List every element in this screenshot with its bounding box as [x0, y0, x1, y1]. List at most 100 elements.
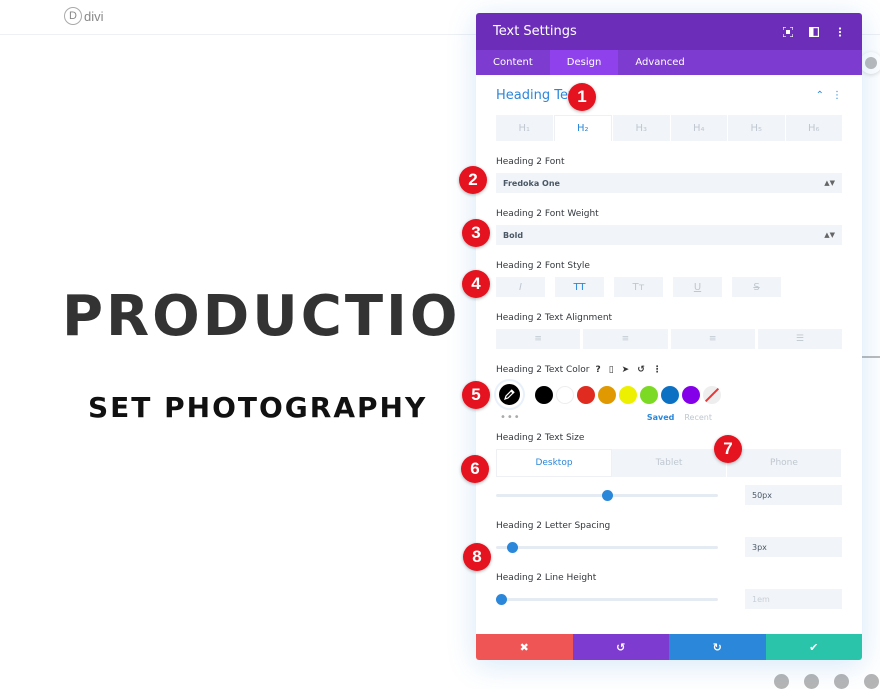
strikethrough-button[interactable]: S — [732, 277, 781, 297]
page: D divi PRODUCTIO SET PHOTOGRAPHY Text Se… — [0, 0, 880, 689]
recent-tab[interactable]: Recent — [684, 413, 712, 422]
eyedropper-icon — [504, 389, 515, 400]
tab-advanced[interactable]: Advanced — [618, 50, 701, 75]
italic-button[interactable]: I — [496, 277, 545, 297]
tab-h5[interactable]: H₅ — [728, 115, 785, 141]
text-alignment-label: Heading 2 Text Alignment — [496, 313, 613, 323]
sidebar-layout-icon[interactable] — [809, 26, 819, 37]
align-right-icon: ≡ — [708, 334, 717, 344]
panel-header[interactable]: Text Settings — [476, 13, 862, 50]
capitalize-icon: Tᴛ — [632, 281, 645, 293]
tab-desktop[interactable]: Desktop — [496, 449, 612, 477]
line-height-input[interactable]: 1em — [745, 589, 842, 609]
hero-subtitle[interactable]: SET PHOTOGRAPHY — [88, 391, 427, 424]
swatch-blue[interactable] — [661, 385, 679, 404]
select-arrows-icon: ▲▼ — [824, 231, 835, 239]
font-value: Fredoka One — [503, 178, 560, 188]
letter-spacing-input[interactable]: 3px — [745, 537, 842, 557]
saved-tab[interactable]: Saved — [647, 413, 675, 422]
section-heading-text[interactable]: Heading Text ⌃ ⋮ — [496, 75, 842, 115]
more-vertical-icon[interactable] — [835, 26, 845, 37]
tab-content[interactable]: Content — [476, 50, 550, 75]
underline-button[interactable]: U — [673, 277, 722, 297]
step-marker: 8 — [463, 543, 491, 571]
line-height-slider[interactable] — [496, 593, 718, 605]
swatch-green[interactable] — [640, 385, 658, 404]
more-vertical-icon[interactable]: ⋮ — [832, 90, 842, 101]
text-size-slider[interactable] — [496, 489, 718, 501]
font-select[interactable]: Fredoka One ▲▼ — [496, 173, 842, 193]
text-alignment-buttons: ≡ ≡ ≡ ☰ — [496, 329, 842, 349]
tab-phone[interactable]: Phone — [727, 449, 842, 477]
tab-h2[interactable]: H₂ — [553, 115, 612, 141]
text-color-label-text: Heading 2 Text Color — [496, 365, 590, 375]
fullscreen-icon[interactable] — [783, 26, 793, 37]
step-marker: 2 — [459, 166, 487, 194]
font-label: Heading 2 Font — [496, 157, 565, 167]
text-size-slider-row: 50px — [496, 485, 842, 505]
uppercase-button[interactable]: TT — [555, 277, 604, 297]
device-tabs: Desktop Tablet Phone — [496, 449, 842, 477]
hero-title[interactable]: PRODUCTIO — [62, 284, 460, 349]
divi-logo[interactable]: D divi — [64, 7, 104, 25]
font-weight-label: Heading 2 Font Weight — [496, 209, 599, 219]
text-size-label: Heading 2 Text Size — [496, 433, 585, 443]
tab-tablet[interactable]: Tablet — [612, 449, 727, 477]
undo-button[interactable]: ↺ — [572, 634, 669, 660]
cancel-button[interactable]: ✖ — [476, 634, 573, 660]
swatch-none[interactable] — [703, 385, 721, 404]
dot-button[interactable] — [834, 674, 849, 689]
step-marker: 5 — [462, 381, 490, 409]
tab-h1[interactable]: H₁ — [496, 115, 553, 141]
dot-button[interactable] — [774, 674, 789, 689]
color-picker-button[interactable] — [496, 381, 523, 408]
globe-icon[interactable] — [860, 52, 880, 74]
divider-line — [860, 356, 880, 358]
more-vertical-icon[interactable]: ⋮ — [653, 365, 662, 375]
slider-thumb[interactable] — [506, 541, 518, 553]
slider-thumb[interactable] — [601, 489, 613, 501]
help-icon[interactable]: ? — [595, 365, 600, 375]
align-right-button[interactable]: ≡ — [670, 329, 755, 349]
italic-icon: I — [519, 281, 522, 293]
font-weight-select[interactable]: Bold ▲▼ — [496, 225, 842, 245]
step-marker: 3 — [462, 219, 490, 247]
strikethrough-icon: S — [753, 281, 760, 293]
tab-h6[interactable]: H₆ — [785, 115, 842, 141]
reset-icon[interactable]: ↺ — [637, 365, 645, 375]
font-style-buttons: I TT Tᴛ U S — [496, 277, 842, 297]
text-color-label: Heading 2 Text Color ? ▯ ➤ ↺ ⋮ — [496, 365, 842, 375]
tab-h4[interactable]: H₄ — [670, 115, 727, 141]
more-horizontal-icon[interactable]: ••• — [496, 412, 647, 423]
dot-button[interactable] — [864, 674, 879, 689]
swatch-orange[interactable] — [598, 385, 616, 404]
swatch-yellow[interactable] — [619, 385, 637, 404]
panel-body: Heading Text ⌃ ⋮ H₁ H₂ H₃ H₄ H₅ H₆ Headi… — [476, 75, 862, 632]
responsive-icon[interactable]: ▯ — [609, 365, 614, 375]
save-button[interactable]: ✔ — [765, 634, 862, 660]
dot-button[interactable] — [804, 674, 819, 689]
font-weight-value: Bold — [503, 230, 524, 240]
palette-tabs: ••• Saved Recent — [496, 412, 842, 423]
swatch-red[interactable] — [577, 385, 595, 404]
undo-icon: ↺ — [616, 640, 626, 654]
letter-spacing-slider-row: 3px — [496, 537, 842, 557]
chevron-up-icon[interactable]: ⌃ — [816, 90, 824, 101]
redo-icon: ↻ — [712, 640, 722, 654]
align-justify-button[interactable]: ☰ — [757, 329, 842, 349]
swatch-white[interactable] — [556, 385, 574, 404]
hover-cursor-icon[interactable]: ➤ — [622, 365, 630, 375]
section-title: Heading Text — [496, 87, 581, 103]
swatch-black[interactable] — [535, 385, 553, 404]
redo-button[interactable]: ↻ — [669, 634, 766, 660]
align-left-button[interactable]: ≡ — [496, 329, 581, 349]
tab-h3[interactable]: H₃ — [613, 115, 670, 141]
text-size-input[interactable]: 50px — [745, 485, 842, 505]
capitalize-button[interactable]: Tᴛ — [614, 277, 663, 297]
letter-spacing-slider[interactable] — [496, 541, 718, 553]
swatch-purple[interactable] — [682, 385, 700, 404]
letter-spacing-label: Heading 2 Letter Spacing — [496, 521, 611, 531]
align-center-button[interactable]: ≡ — [583, 329, 668, 349]
slider-thumb[interactable] — [496, 593, 507, 605]
tab-design[interactable]: Design — [549, 50, 619, 75]
